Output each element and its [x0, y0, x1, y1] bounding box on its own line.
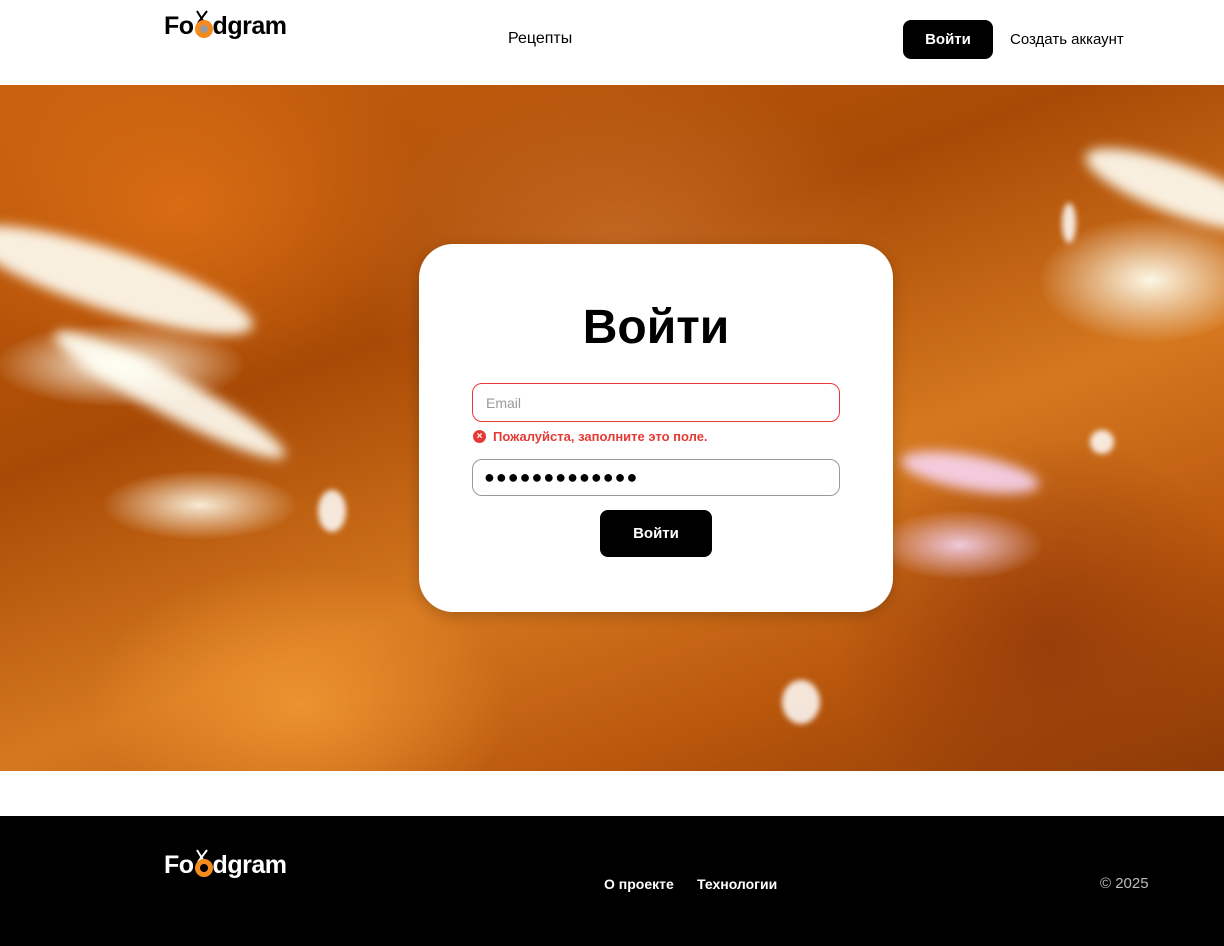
logo-text-post: dgram	[212, 12, 287, 40]
email-error-text: Пожалуйста, заполните это поле.	[493, 429, 708, 444]
footer-about-link[interactable]: О проекте	[604, 876, 674, 892]
footer-logo[interactable]: Fo dgram	[164, 849, 287, 879]
bokeh-spot	[1090, 430, 1114, 454]
bokeh-spot	[782, 680, 820, 724]
bokeh-spot	[1062, 203, 1076, 243]
footer-tech-link[interactable]: Технологии	[697, 876, 777, 892]
logo-text-pre: Fo	[164, 12, 194, 40]
error-circle-x-icon: ×	[473, 430, 486, 443]
email-error-message: × Пожалуйста, заполните это поле.	[473, 429, 708, 444]
site-footer: Fo dgram О проекте Технологии © 2025	[0, 816, 1224, 946]
logo-text-pre: Fo	[164, 851, 194, 879]
header-login-button[interactable]: Войти	[903, 20, 993, 59]
site-logo[interactable]: Fo dgram	[164, 10, 287, 40]
site-header: Fo dgram Рецепты Войти Создать аккаунт	[0, 0, 1224, 85]
login-card: Войти × Пожалуйста, заполните это поле. …	[419, 244, 893, 612]
signup-link[interactable]: Создать аккаунт	[1010, 31, 1124, 48]
light-streak	[0, 205, 262, 355]
copyright-text: © 2025	[1100, 875, 1149, 892]
logo-chopsticks-bowl-icon	[194, 849, 213, 877]
light-streak	[1077, 132, 1224, 248]
light-streak	[45, 316, 295, 474]
login-submit-button[interactable]: Войти	[600, 510, 712, 557]
bokeh-spot	[318, 490, 346, 532]
password-field[interactable]	[472, 459, 840, 496]
logo-text-post: dgram	[212, 851, 287, 879]
logo-chopsticks-bowl-icon	[194, 10, 213, 38]
nav-recipes-link[interactable]: Рецепты	[508, 30, 572, 48]
email-field[interactable]	[472, 383, 840, 422]
login-title: Войти	[582, 301, 730, 354]
light-streak	[898, 443, 1042, 502]
